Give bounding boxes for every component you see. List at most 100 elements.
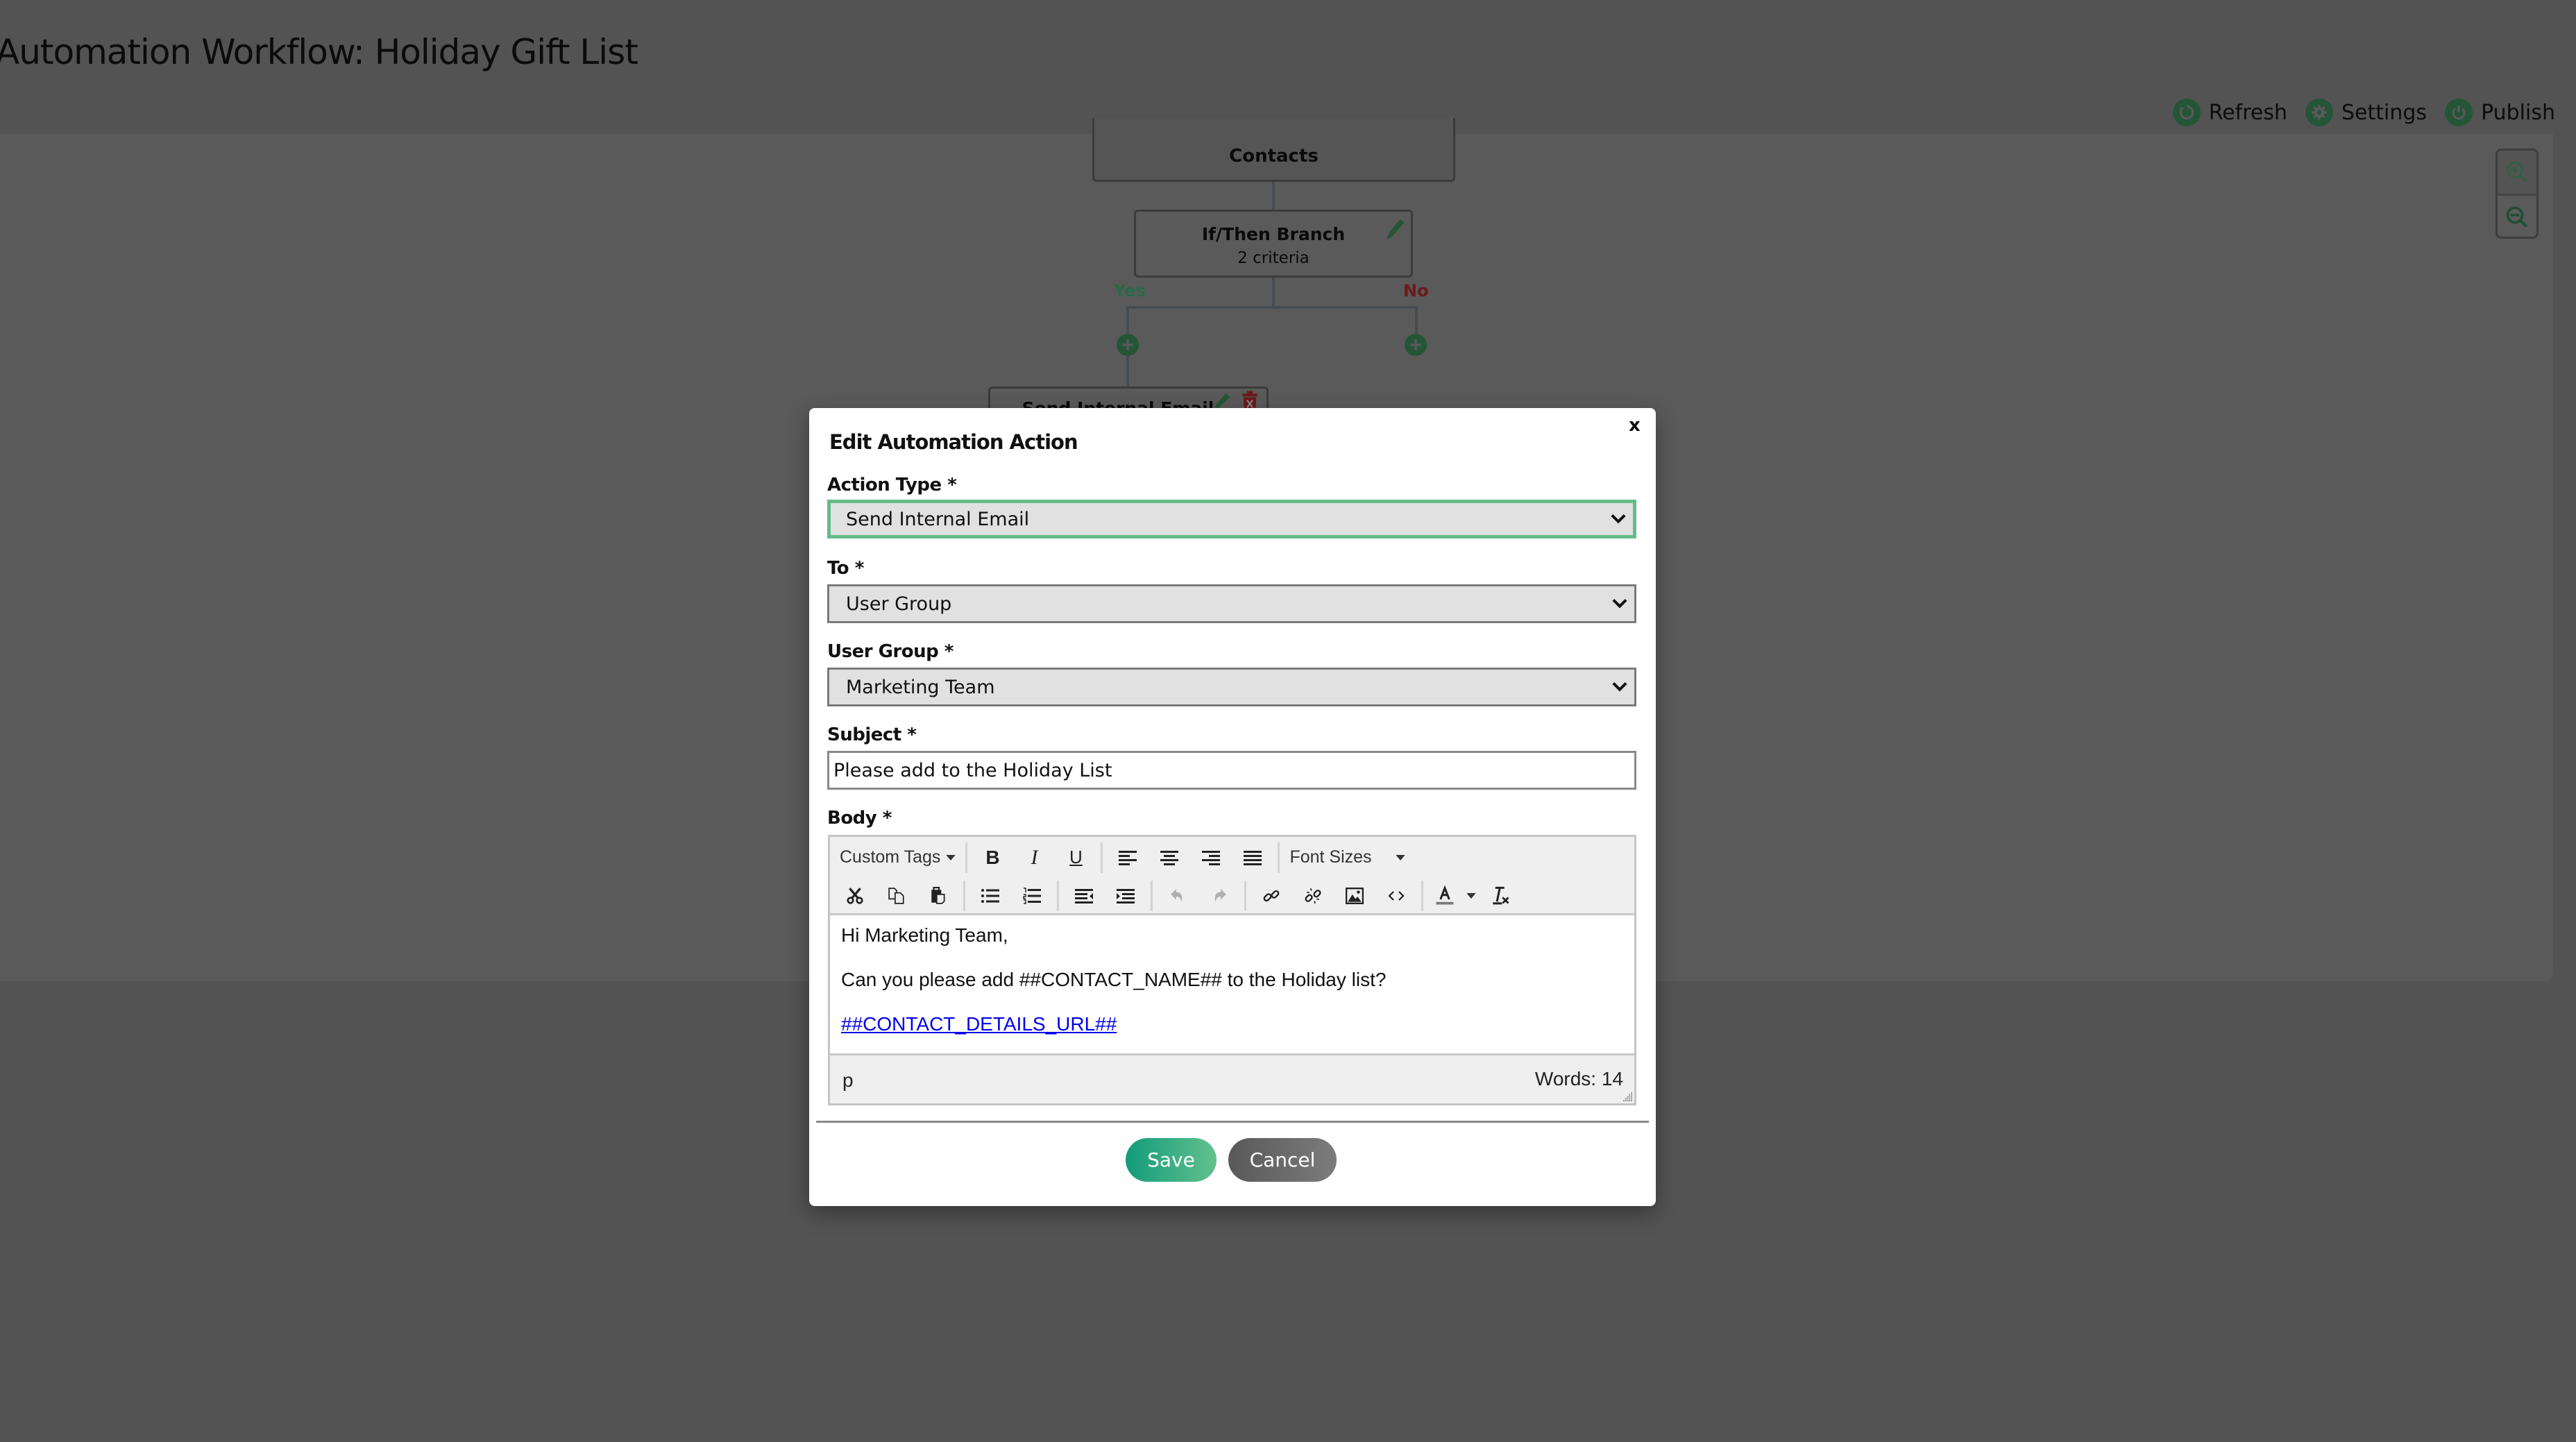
user-group-label: User Group * <box>827 641 954 662</box>
add-step-no-button[interactable] <box>1405 334 1427 356</box>
zoom-out-icon <box>2506 206 2527 228</box>
toolbar-group <box>965 880 1059 911</box>
word-count: Words: 14 <box>1534 1068 1623 1089</box>
code-icon <box>1388 890 1405 901</box>
align-justify-icon <box>1244 850 1262 865</box>
to-select[interactable]: User Group <box>827 584 1636 623</box>
toolbar-group <box>1103 842 1280 873</box>
bold-button[interactable]: B <box>972 842 1013 873</box>
branch-line <box>1126 306 1418 309</box>
resize-handle-icon[interactable] <box>1623 1092 1633 1102</box>
plus-icon <box>1410 339 1421 350</box>
align-left-button[interactable] <box>1107 842 1149 873</box>
outdent-button[interactable] <box>1063 881 1105 911</box>
if-then-node-criteria: 2 criteria <box>1237 249 1310 267</box>
bullet-list-button[interactable] <box>969 881 1011 911</box>
publish-button[interactable]: Publish <box>2445 99 2555 126</box>
toolbar-group: Custom Tags <box>830 842 968 873</box>
user-group-select[interactable]: Marketing Team <box>827 668 1636 706</box>
bullet-list-icon <box>981 888 999 903</box>
insert-link-button[interactable] <box>1251 881 1292 911</box>
align-right-button[interactable] <box>1190 842 1232 873</box>
refresh-label: Refresh <box>2208 100 2288 125</box>
settings-button[interactable]: Settings <box>2305 99 2427 126</box>
toolbar-group <box>1153 880 1246 911</box>
text-color-button[interactable] <box>1427 881 1462 911</box>
redo-icon <box>1214 888 1226 902</box>
contacts-node-label: Contacts <box>1229 146 1319 167</box>
italic-icon: I <box>1031 845 1038 869</box>
caret-down-icon <box>946 854 956 860</box>
modal-footer-divider <box>816 1121 1649 1123</box>
indent-button[interactable] <box>1105 881 1146 911</box>
toolbar-group <box>1246 880 1423 911</box>
clear-formatting-button[interactable] <box>1480 881 1522 911</box>
if-then-branch-node[interactable]: If/Then Branch 2 criteria <box>1134 210 1413 278</box>
modal-title: Edit Automation Action <box>829 430 1078 454</box>
edit-pencil-icon[interactable] <box>1384 217 1405 242</box>
align-center-button[interactable] <box>1149 842 1190 873</box>
remove-link-button[interactable] <box>1292 881 1334 911</box>
refresh-button[interactable]: Refresh <box>2172 99 2288 126</box>
body-rich-text-editor: Custom Tags B I U Font Sizes Hi Marketin… <box>828 835 1636 1105</box>
element-path[interactable]: p <box>842 1069 854 1092</box>
user-group-value: Marketing Team <box>846 676 995 698</box>
text-color-icon <box>1436 885 1454 904</box>
undo-icon <box>1171 888 1183 902</box>
action-type-value: Send Internal Email <box>846 508 1030 530</box>
underline-button[interactable]: U <box>1055 842 1096 873</box>
source-code-button[interactable] <box>1375 881 1417 911</box>
page-title: Automation Workflow: Holiday Gift List <box>0 32 638 72</box>
body-line: Can you please add ##CONTACT_NAME## to t… <box>841 969 1387 990</box>
to-value: User Group <box>846 593 952 615</box>
contacts-node[interactable]: Contacts <box>1092 118 1455 182</box>
toolbar-group <box>830 880 965 911</box>
zoom-out-button[interactable] <box>2498 196 2536 237</box>
save-button[interactable]: Save <box>1126 1138 1217 1182</box>
clear-formatting-icon <box>1493 886 1509 904</box>
insert-image-button[interactable] <box>1334 881 1375 911</box>
connector-line <box>1272 278 1275 309</box>
undo-button[interactable] <box>1157 881 1198 911</box>
zoom-controls <box>2496 149 2539 239</box>
connector-line <box>1272 182 1275 210</box>
align-justify-button[interactable] <box>1232 842 1273 873</box>
plus-icon <box>1122 339 1133 350</box>
gear-icon <box>2305 99 2334 126</box>
copy-button[interactable] <box>876 881 917 911</box>
paste-icon <box>931 886 945 904</box>
toolbar-group: Font Sizes <box>1280 842 1414 873</box>
chevron-down-icon <box>1612 599 1627 609</box>
contact-details-url-link[interactable]: ##CONTACT_DETAILS_URL## <box>841 1013 1117 1035</box>
subject-input[interactable]: Please add to the Holiday List <box>827 751 1636 790</box>
align-left-icon <box>1119 850 1137 865</box>
action-type-select[interactable]: Send Internal Email <box>827 500 1636 538</box>
edit-automation-action-modal: x Edit Automation Action Action Type * S… <box>809 408 1656 1206</box>
body-greeting: Hi Marketing Team, <box>841 924 1008 946</box>
italic-button[interactable]: I <box>1013 842 1055 873</box>
text-color-dropdown[interactable] <box>1462 881 1480 911</box>
toolbar-group: B I U <box>967 842 1103 873</box>
add-step-yes-button[interactable] <box>1117 334 1139 356</box>
paste-button[interactable] <box>917 881 959 911</box>
redo-button[interactable] <box>1198 881 1240 911</box>
subject-value: Please add to the Holiday List <box>833 759 1112 781</box>
zoom-in-button[interactable] <box>2498 151 2536 196</box>
cut-button[interactable] <box>834 881 876 911</box>
custom-tags-label: Custom Tags <box>840 847 941 867</box>
zoom-in-icon <box>2506 161 2527 183</box>
close-button[interactable]: x <box>1629 415 1641 436</box>
custom-tags-dropdown[interactable]: Custom Tags <box>834 842 961 873</box>
yes-branch-label: Yes <box>1114 281 1146 300</box>
caret-down-icon <box>1395 854 1405 860</box>
subject-label: Subject * <box>827 724 917 745</box>
link-icon <box>1263 890 1280 901</box>
editor-content[interactable]: Hi Marketing Team, Can you please add ##… <box>830 915 1634 1055</box>
editor-status-bar: p Words: 14 <box>830 1053 1634 1103</box>
numbered-list-button[interactable] <box>1011 881 1053 911</box>
cancel-button[interactable]: Cancel <box>1228 1138 1337 1182</box>
copy-icon <box>888 887 904 904</box>
font-sizes-dropdown[interactable]: Font Sizes <box>1284 842 1410 873</box>
unlink-icon <box>1305 888 1321 904</box>
power-icon <box>2445 99 2473 126</box>
